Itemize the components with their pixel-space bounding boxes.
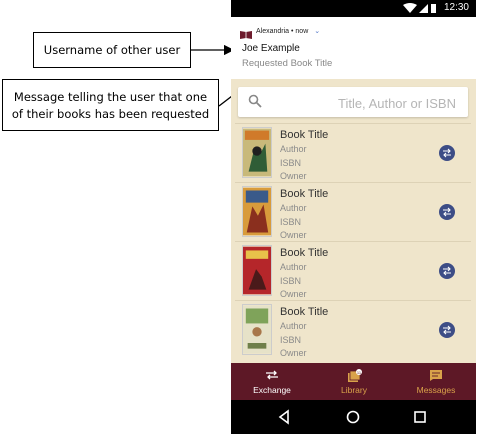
nav-exchange[interactable]: Exchange xyxy=(231,363,313,400)
book-cover-image xyxy=(242,127,272,178)
book-title: Book Title xyxy=(280,247,329,259)
status-time: 12:30 xyxy=(443,2,469,13)
book-app-icon xyxy=(240,26,252,44)
system-navigation-bar xyxy=(231,400,476,434)
bottom-navigation: Exchange 11 Library Messages xyxy=(231,363,476,400)
nav-library[interactable]: 11 Library xyxy=(313,363,395,400)
notification-card[interactable]: Alexandria • now ⌄ Joe Example Requested… xyxy=(231,17,476,79)
swap-arrows-icon xyxy=(443,325,451,335)
book-owner: Owner xyxy=(280,230,307,240)
signal-icon xyxy=(419,4,428,13)
chevron-down-icon[interactable]: ⌄ xyxy=(314,28,320,35)
search-bar[interactable] xyxy=(238,87,468,117)
exchange-request-button[interactable] xyxy=(439,145,455,161)
book-isbn: ISBN xyxy=(280,217,302,227)
book-author: Author xyxy=(280,262,307,272)
recents-icon xyxy=(414,411,426,423)
book-isbn: ISBN xyxy=(280,335,302,345)
notification-app-label: Alexandria • now xyxy=(256,28,309,35)
library-icon: 11 xyxy=(348,369,362,382)
battery-icon xyxy=(431,4,436,13)
notification-message: Requested Book Title xyxy=(242,58,333,69)
book-isbn: ISBN xyxy=(280,158,302,168)
book-list-item[interactable]: Book Title Author ISBN Owner xyxy=(235,123,471,181)
book-author: Author xyxy=(280,203,307,213)
book-list-item[interactable]: Book Title Author ISBN Owner xyxy=(235,300,471,358)
exchange-request-button[interactable] xyxy=(439,204,455,220)
book-isbn: ISBN xyxy=(280,276,302,286)
book-owner: Owner xyxy=(280,171,307,181)
swap-arrows-icon xyxy=(443,207,451,217)
exchange-request-button[interactable] xyxy=(439,322,455,338)
notification-app-name: Alexandria • now ⌄ xyxy=(256,27,320,35)
nav-exchange-label: Exchange xyxy=(253,385,291,395)
exchange-icon xyxy=(266,370,278,380)
book-title: Book Title xyxy=(280,188,329,200)
swap-arrows-icon xyxy=(443,266,451,276)
book-cover-image xyxy=(242,186,272,237)
book-cover-image xyxy=(242,245,272,296)
nav-library-label: Library xyxy=(341,385,367,395)
nav-messages-label: Messages xyxy=(416,385,456,395)
book-author: Author xyxy=(280,321,307,331)
search-icon xyxy=(248,94,262,113)
status-bar: 12:30 xyxy=(231,0,476,17)
book-list-item[interactable]: Book Title Author ISBN Owner xyxy=(235,182,471,240)
book-title: Book Title xyxy=(280,306,329,318)
notification-username: Joe Example xyxy=(242,43,300,54)
status-icons xyxy=(403,3,437,17)
nav-messages[interactable]: Messages xyxy=(395,363,476,400)
home-icon xyxy=(346,410,360,424)
back-icon xyxy=(278,409,289,425)
book-owner: Owner xyxy=(280,289,307,299)
book-owner: Owner xyxy=(280,348,307,358)
book-cover-image xyxy=(242,304,272,355)
book-author: Author xyxy=(280,144,307,154)
phone-screen: 12:30 Alexandria • now ⌄ Joe Example Req… xyxy=(231,0,476,434)
wifi-icon xyxy=(403,3,417,13)
exchange-request-button[interactable] xyxy=(439,263,455,279)
book-title: Book Title xyxy=(280,129,329,141)
messages-icon xyxy=(430,370,442,381)
search-input[interactable] xyxy=(268,91,458,115)
swap-arrows-icon xyxy=(443,148,451,158)
book-list-item[interactable]: Book Title Author ISBN Owner xyxy=(235,241,471,299)
